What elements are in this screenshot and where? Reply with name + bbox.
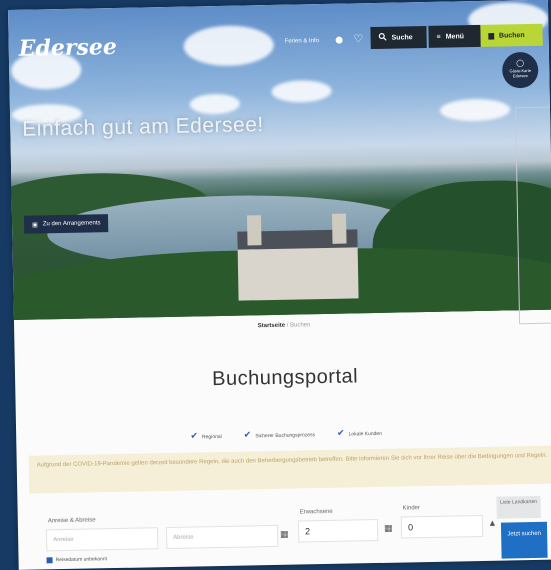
breadcrumb-current: Buchen (290, 322, 311, 329)
map-list-button[interactable]: Liste Landkarten (496, 495, 541, 519)
guest-card-badge[interactable]: ◯ Gäste-Karte Edersee (501, 51, 539, 89)
side-frame (514, 106, 551, 325)
search-submit-button[interactable]: Jetzt suchen (500, 521, 548, 559)
check-icon: ✔ (190, 430, 199, 441)
children-label: Kinder (402, 505, 421, 512)
check-icon: ✔ (243, 429, 252, 440)
unknown-date-checkbox[interactable]: Reisedatum unbekannt (46, 556, 108, 564)
child-icon: ▲ (487, 517, 497, 528)
breadcrumb-home[interactable]: Startseite (258, 323, 285, 330)
menu-button-label: Menü (445, 32, 465, 41)
search-icon (378, 33, 387, 43)
calendar-icon[interactable]: ▦ (280, 529, 294, 543)
check-item: ✔ Lokale Kunden (336, 427, 383, 438)
breadcrumb: Startseite / Buchen (14, 318, 551, 334)
check-item: ✔ Sicherer Buchungsprozess (243, 429, 316, 440)
hero-image: Edersee Ferien & Info ♡ Suche ≡ Menü ▆ B… (8, 0, 551, 320)
people-icon: ▦ (383, 522, 393, 533)
check-icon: ✔ (336, 427, 345, 438)
departure-input[interactable]: Abreise (165, 524, 279, 550)
guest-card-label: Gäste-Karte Edersee (509, 67, 532, 79)
suitcase-icon: ▣ (32, 221, 38, 229)
menu-icon: ≡ (436, 33, 441, 41)
search-button-label: Suche (391, 33, 413, 42)
search-button[interactable]: Suche (370, 25, 427, 50)
top-nav-link[interactable]: Ferien & Info (285, 38, 319, 45)
site-logo[interactable]: Edersee (18, 34, 117, 62)
account-icon[interactable] (335, 36, 343, 44)
menu-button[interactable]: ≡ Menü (428, 24, 481, 48)
page-title: Buchungsportal (211, 365, 359, 391)
hero-title: Einfach gut am Edersee! (22, 113, 264, 141)
covid-notice: Aufgrund der COVID-19-Pandemie gelten de… (28, 445, 551, 494)
trust-checks: ✔ Regional ✔ Sicherer Buchungsprozess ✔ Lok… (16, 424, 551, 445)
castle (237, 213, 359, 301)
arrangements-button[interactable]: ▣ Zu den Arrangements (23, 214, 109, 234)
adults-label: Erwachsene (299, 508, 333, 516)
adults-input[interactable]: 2 (297, 518, 379, 543)
arrangements-button-label: Zu den Arrangements (42, 220, 101, 228)
check-item: ✔ Regional (190, 430, 222, 441)
checkbox-box[interactable] (46, 557, 53, 564)
briefcase-icon: ▆ (488, 32, 495, 40)
photo-scene: Edersee Ferien & Info ♡ Suche ≡ Menü ▆ B… (0, 0, 551, 570)
arrival-input[interactable]: Anreise (45, 527, 159, 552)
heart-icon[interactable]: ♡ (353, 32, 364, 45)
travel-date-label: Anreise & Abreise (47, 517, 96, 525)
book-button-label: Buchen (498, 31, 525, 40)
browser-page: Edersee Ferien & Info ♡ Suche ≡ Menü ▆ B… (8, 0, 551, 570)
book-button[interactable]: ▆ Buchen (480, 23, 543, 47)
children-input[interactable]: 0 (400, 514, 484, 539)
checkbox-label: Reisedatum unbekannt (55, 556, 108, 564)
